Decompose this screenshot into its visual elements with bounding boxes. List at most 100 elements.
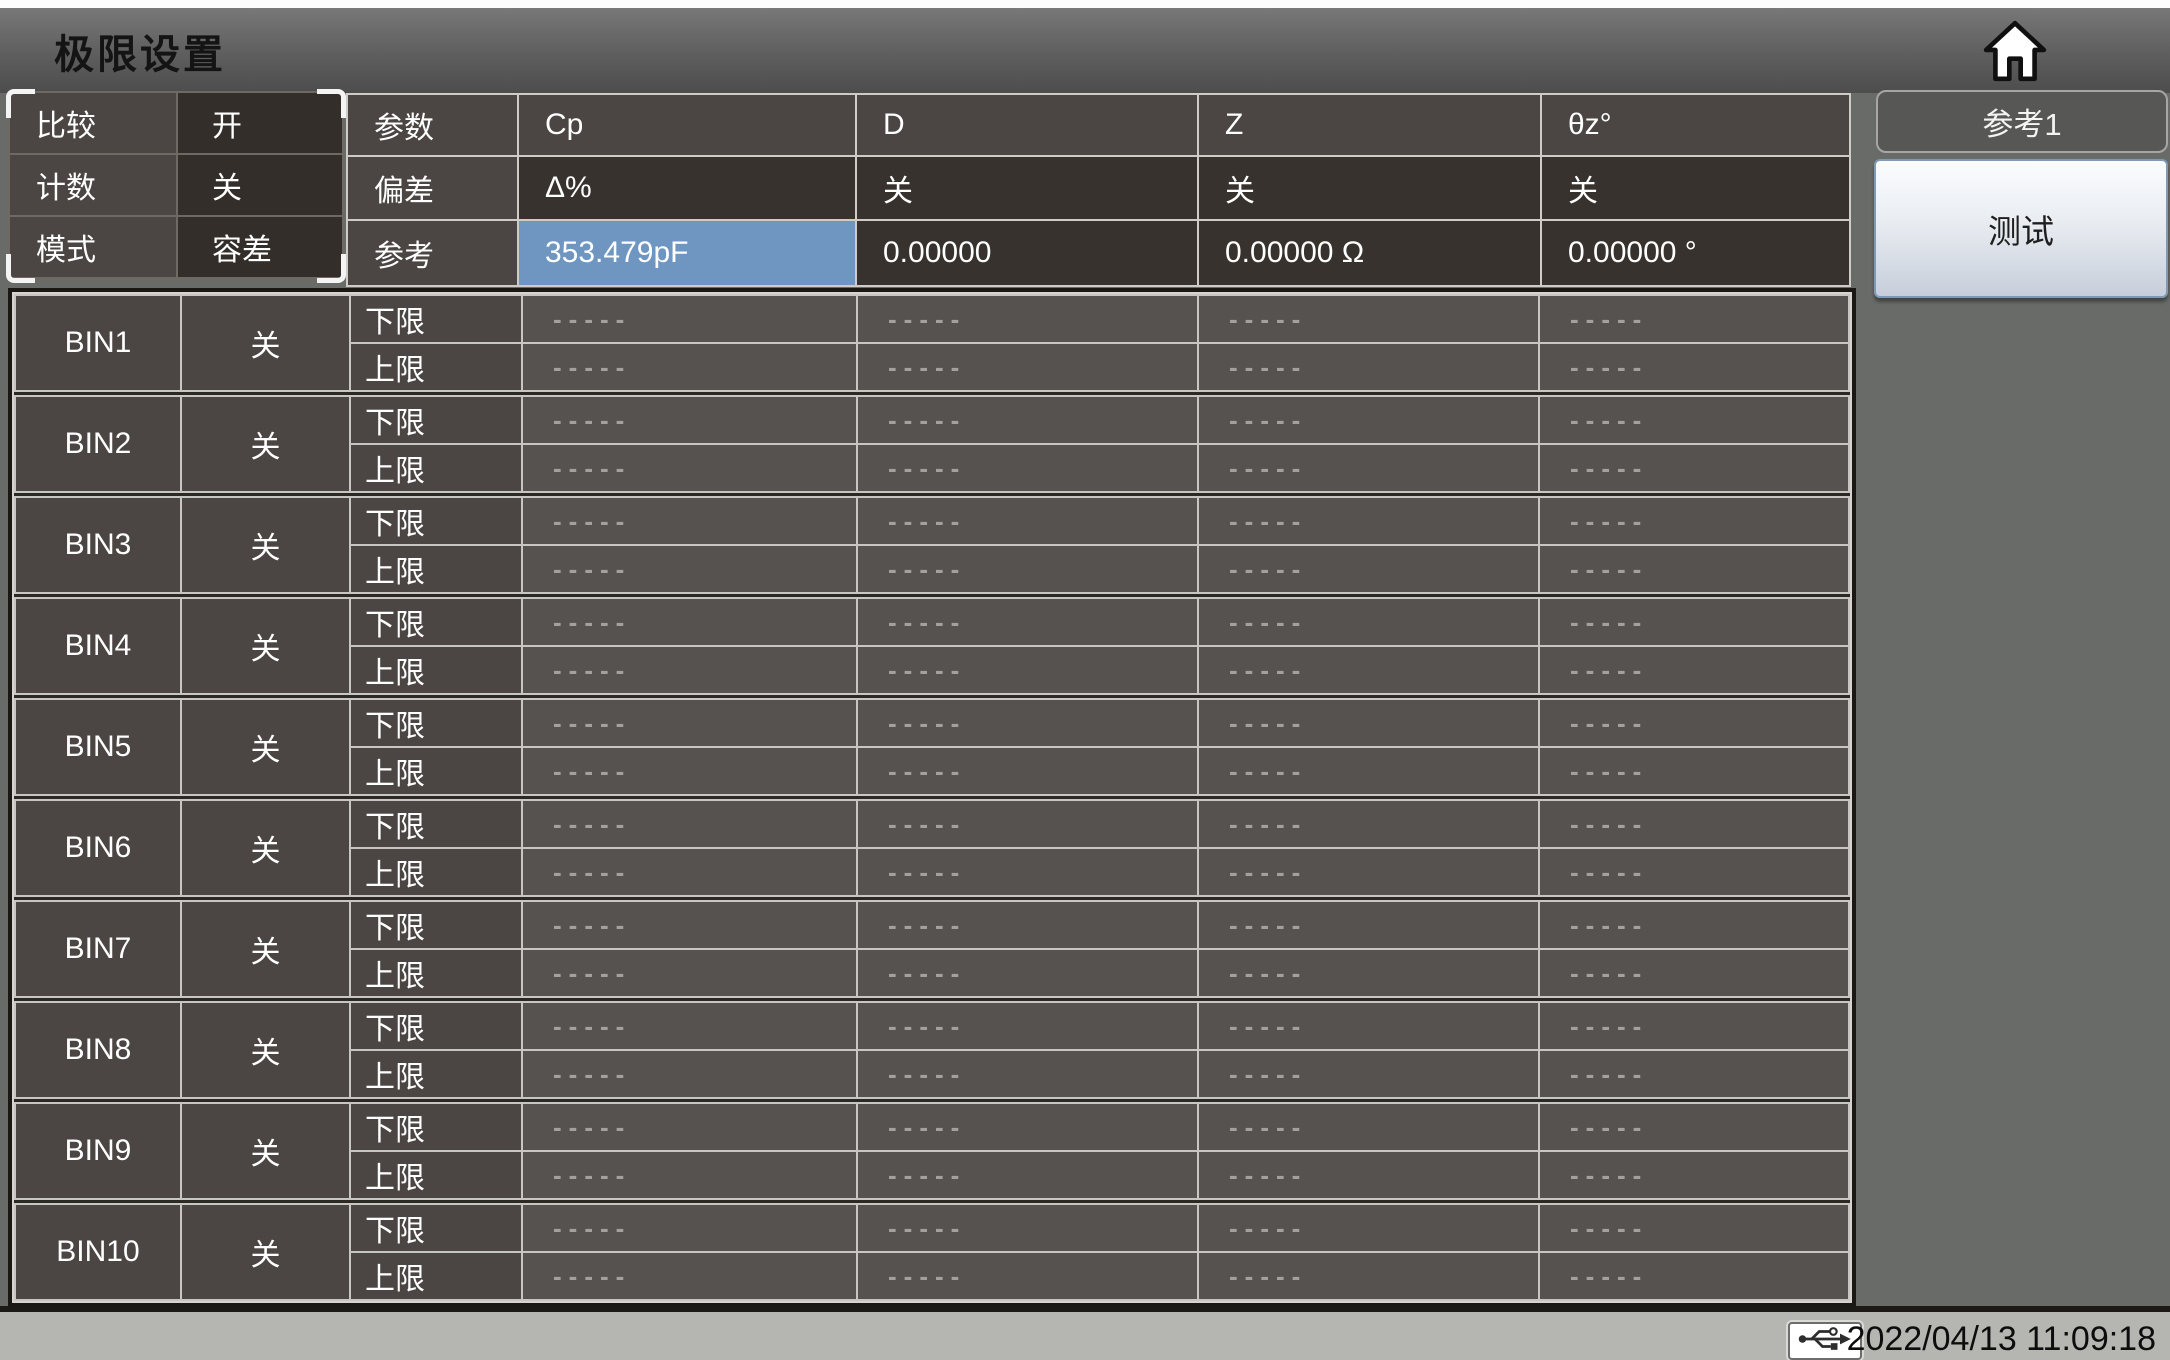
upper-limit-value-2[interactable]: -----	[858, 647, 1197, 693]
lower-limit-value-1[interactable]: -----	[523, 296, 856, 342]
bin-state-toggle[interactable]: 关	[182, 902, 349, 996]
bin-state-toggle[interactable]: 关	[182, 296, 349, 390]
upper-limit-value-3[interactable]: -----	[1199, 647, 1538, 693]
upper-limit-value-3[interactable]: -----	[1199, 748, 1538, 794]
reference-cell-4[interactable]: 0.00000 °	[1542, 221, 1849, 285]
count-value[interactable]: 关	[178, 155, 342, 215]
upper-limit-value-4[interactable]: -----	[1540, 1253, 1848, 1299]
upper-limit-value-4[interactable]: -----	[1540, 1051, 1848, 1097]
bin-state-toggle[interactable]: 关	[182, 397, 349, 491]
upper-limit-value-2[interactable]: -----	[858, 748, 1197, 794]
lower-limit-value-1[interactable]: -----	[523, 397, 856, 443]
upper-limit-value-4[interactable]: -----	[1540, 1152, 1848, 1198]
lower-limit-value-3[interactable]: -----	[1199, 1003, 1538, 1049]
lower-limit-value-3[interactable]: -----	[1199, 599, 1538, 645]
lower-limit-value-3[interactable]: -----	[1199, 902, 1538, 948]
upper-limit-value-1[interactable]: -----	[523, 1253, 856, 1299]
bin-state-toggle[interactable]: 关	[182, 1205, 349, 1299]
home-button[interactable]	[1980, 18, 2050, 88]
upper-limit-value-4[interactable]: -----	[1540, 344, 1848, 390]
param-cell-1[interactable]: Cp	[519, 95, 855, 155]
reference1-button[interactable]: 参考1	[1876, 90, 2168, 153]
upper-limit-value-2[interactable]: -----	[858, 546, 1197, 592]
upper-limit-value-3[interactable]: -----	[1199, 445, 1538, 491]
lower-limit-value-3[interactable]: -----	[1199, 801, 1538, 847]
upper-limit-value-2[interactable]: -----	[858, 1253, 1197, 1299]
upper-limit-value-4[interactable]: -----	[1540, 849, 1848, 895]
lower-limit-value-2[interactable]: -----	[858, 1003, 1197, 1049]
bin-state-toggle[interactable]: 关	[182, 801, 349, 895]
lower-limit-value-4[interactable]: -----	[1540, 902, 1848, 948]
upper-limit-value-4[interactable]: -----	[1540, 546, 1848, 592]
bin-state-toggle[interactable]: 关	[182, 498, 349, 592]
upper-limit-value-3[interactable]: -----	[1199, 1051, 1538, 1097]
deviation-cell-1[interactable]: Δ%	[519, 157, 855, 219]
upper-limit-value-1[interactable]: -----	[523, 1152, 856, 1198]
lower-limit-value-4[interactable]: -----	[1540, 1104, 1848, 1150]
reference-cell-1-selected[interactable]: 353.479pF	[519, 221, 855, 285]
upper-limit-value-1[interactable]: -----	[523, 647, 856, 693]
lower-limit-value-2[interactable]: -----	[858, 397, 1197, 443]
reference-cell-2[interactable]: 0.00000	[857, 221, 1197, 285]
upper-limit-value-4[interactable]: -----	[1540, 748, 1848, 794]
upper-limit-value-3[interactable]: -----	[1199, 344, 1538, 390]
lower-limit-value-3[interactable]: -----	[1199, 397, 1538, 443]
lower-limit-value-1[interactable]: -----	[523, 700, 856, 746]
upper-limit-value-2[interactable]: -----	[858, 344, 1197, 390]
lower-limit-value-4[interactable]: -----	[1540, 296, 1848, 342]
upper-limit-value-3[interactable]: -----	[1199, 546, 1538, 592]
lower-limit-value-4[interactable]: -----	[1540, 1003, 1848, 1049]
test-button[interactable]: 测试	[1874, 159, 2168, 298]
upper-limit-value-2[interactable]: -----	[858, 1051, 1197, 1097]
lower-limit-value-3[interactable]: -----	[1199, 1205, 1538, 1251]
upper-limit-value-4[interactable]: -----	[1540, 647, 1848, 693]
deviation-cell-4[interactable]: 关	[1542, 157, 1849, 219]
lower-limit-value-2[interactable]: -----	[858, 801, 1197, 847]
reference-cell-3[interactable]: 0.00000 Ω	[1199, 221, 1540, 285]
lower-limit-value-3[interactable]: -----	[1199, 1104, 1538, 1150]
deviation-cell-2[interactable]: 关	[857, 157, 1197, 219]
upper-limit-value-2[interactable]: -----	[858, 849, 1197, 895]
lower-limit-value-2[interactable]: -----	[858, 1205, 1197, 1251]
lower-limit-value-4[interactable]: -----	[1540, 1205, 1848, 1251]
upper-limit-value-3[interactable]: -----	[1199, 1152, 1538, 1198]
upper-limit-value-1[interactable]: -----	[523, 546, 856, 592]
lower-limit-value-4[interactable]: -----	[1540, 801, 1848, 847]
lower-limit-value-1[interactable]: -----	[523, 1003, 856, 1049]
upper-limit-value-3[interactable]: -----	[1199, 849, 1538, 895]
upper-limit-value-1[interactable]: -----	[523, 748, 856, 794]
lower-limit-value-1[interactable]: -----	[523, 1205, 856, 1251]
param-cell-4[interactable]: θz°	[1542, 95, 1849, 155]
upper-limit-value-1[interactable]: -----	[523, 849, 856, 895]
lower-limit-value-2[interactable]: -----	[858, 700, 1197, 746]
lower-limit-value-1[interactable]: -----	[523, 498, 856, 544]
upper-limit-value-2[interactable]: -----	[858, 950, 1197, 996]
lower-limit-value-1[interactable]: -----	[523, 801, 856, 847]
bin-state-toggle[interactable]: 关	[182, 700, 349, 794]
upper-limit-value-1[interactable]: -----	[523, 950, 856, 996]
upper-limit-value-1[interactable]: -----	[523, 445, 856, 491]
upper-limit-value-4[interactable]: -----	[1540, 445, 1848, 491]
upper-limit-value-1[interactable]: -----	[523, 344, 856, 390]
lower-limit-value-2[interactable]: -----	[858, 498, 1197, 544]
lower-limit-value-3[interactable]: -----	[1199, 498, 1538, 544]
bin-state-toggle[interactable]: 关	[182, 1104, 349, 1198]
upper-limit-value-3[interactable]: -----	[1199, 1253, 1538, 1299]
upper-limit-value-1[interactable]: -----	[523, 1051, 856, 1097]
param-cell-2[interactable]: D	[857, 95, 1197, 155]
lower-limit-value-4[interactable]: -----	[1540, 700, 1848, 746]
bin-state-toggle[interactable]: 关	[182, 1003, 349, 1097]
lower-limit-value-1[interactable]: -----	[523, 902, 856, 948]
upper-limit-value-2[interactable]: -----	[858, 1152, 1197, 1198]
lower-limit-value-4[interactable]: -----	[1540, 397, 1848, 443]
lower-limit-value-2[interactable]: -----	[858, 1104, 1197, 1150]
lower-limit-value-2[interactable]: -----	[858, 296, 1197, 342]
bin-state-toggle[interactable]: 关	[182, 599, 349, 693]
lower-limit-value-3[interactable]: -----	[1199, 700, 1538, 746]
lower-limit-value-4[interactable]: -----	[1540, 599, 1848, 645]
upper-limit-value-2[interactable]: -----	[858, 445, 1197, 491]
lower-limit-value-3[interactable]: -----	[1199, 296, 1538, 342]
upper-limit-value-4[interactable]: -----	[1540, 950, 1848, 996]
lower-limit-value-1[interactable]: -----	[523, 1104, 856, 1150]
param-cell-3[interactable]: Z	[1199, 95, 1540, 155]
